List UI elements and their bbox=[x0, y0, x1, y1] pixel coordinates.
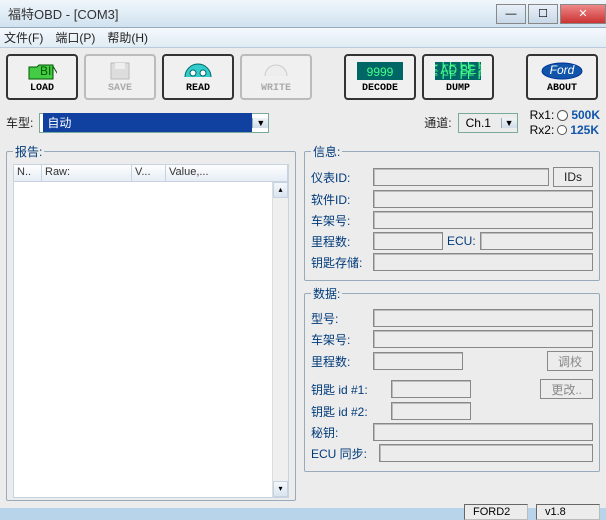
info-panel: 信息: 仪表ID:IDs 软件ID: 车架号: 里程数:ECU: 钥匙存储: bbox=[304, 143, 600, 281]
meter-id-field[interactable] bbox=[373, 168, 549, 186]
gauge-icon bbox=[261, 60, 291, 82]
load-button[interactable]: BIN LOAD bbox=[6, 54, 78, 100]
chevron-down-icon: ▼ bbox=[501, 118, 517, 128]
model-field[interactable] bbox=[373, 309, 593, 327]
window-title: 福特OBD - [COM3] bbox=[8, 4, 494, 23]
close-button[interactable]: ✕ bbox=[560, 4, 606, 24]
report-table-body[interactable]: ▴ ▾ bbox=[13, 182, 289, 498]
rx1-value: 500K bbox=[571, 108, 600, 122]
rx2-label: Rx2: bbox=[530, 123, 555, 137]
soft-id-field[interactable] bbox=[373, 190, 593, 208]
decode-button[interactable]: 9999 DECODE bbox=[344, 54, 416, 100]
menu-file[interactable]: 文件(F) bbox=[4, 29, 43, 46]
report-panel: 报告: N.. Raw: V... Value,... ▴ ▾ bbox=[6, 143, 296, 501]
menu-port[interactable]: 端口(P) bbox=[55, 29, 95, 46]
info-mileage-field[interactable] bbox=[373, 232, 443, 250]
dump-button[interactable]: FF FF FF FFDE AD BE EFFF FF FF FF DUMP bbox=[422, 54, 494, 100]
change-button[interactable]: 更改.. bbox=[540, 379, 593, 399]
info-vin-field[interactable] bbox=[373, 211, 593, 229]
key1-field[interactable] bbox=[391, 380, 471, 398]
svg-text:Ford: Ford bbox=[550, 63, 575, 77]
rx2-value: 125K bbox=[570, 123, 599, 137]
channel-label: 通道: bbox=[424, 114, 451, 131]
rx2-radio[interactable] bbox=[557, 125, 567, 135]
dashboard-icon bbox=[181, 60, 215, 82]
report-table-header: N.. Raw: V... Value,... bbox=[13, 164, 289, 182]
read-button[interactable]: READ bbox=[162, 54, 234, 100]
ecu-sync-field[interactable] bbox=[379, 444, 593, 462]
about-button[interactable]: Ford ABOUT bbox=[526, 54, 598, 100]
hex-icon: FF FF FF FFDE AD BE EFFF FF FF FF bbox=[435, 60, 481, 82]
channel-select[interactable]: Ch.1 ▼ bbox=[458, 113, 518, 133]
title-bar: 福特OBD - [COM3] — ☐ ✕ bbox=[0, 0, 606, 28]
data-legend: 数据: bbox=[311, 285, 342, 302]
write-button[interactable]: WRITE bbox=[240, 54, 312, 100]
rx1-label: Rx1: bbox=[530, 108, 555, 122]
disk-icon bbox=[109, 60, 131, 82]
rx1-radio[interactable] bbox=[557, 110, 568, 121]
maximize-button[interactable]: ☐ bbox=[528, 4, 558, 24]
digits-icon: 9999 bbox=[357, 60, 403, 82]
car-type-label: 车型: bbox=[6, 114, 33, 131]
data-panel: 数据: 型号: 车架号: 里程数:调校 钥匙 id #1:更改.. 钥匙 id … bbox=[304, 285, 600, 472]
data-vin-field[interactable] bbox=[373, 330, 593, 348]
info-legend: 信息: bbox=[311, 143, 342, 160]
secret-field[interactable] bbox=[373, 423, 593, 441]
scroll-down-icon[interactable]: ▾ bbox=[273, 481, 288, 497]
save-button[interactable]: SAVE bbox=[84, 54, 156, 100]
ids-button[interactable]: IDs bbox=[553, 167, 593, 187]
menu-help[interactable]: 帮助(H) bbox=[107, 29, 148, 46]
svg-text:FF FF FF FF: FF FF FF FF bbox=[435, 68, 481, 80]
menu-bar: 文件(F) 端口(P) 帮助(H) bbox=[0, 28, 606, 48]
report-legend: 报告: bbox=[13, 143, 44, 160]
status-version: v1.8 bbox=[536, 504, 600, 520]
keystore-field[interactable] bbox=[373, 253, 593, 271]
scroll-up-icon[interactable]: ▴ bbox=[273, 182, 288, 198]
folder-icon: BIN bbox=[27, 60, 57, 82]
data-mileage-field[interactable] bbox=[373, 352, 463, 370]
svg-text:9999: 9999 bbox=[367, 65, 394, 79]
minimize-button[interactable]: — bbox=[496, 4, 526, 24]
adjust-button[interactable]: 调校 bbox=[547, 351, 593, 371]
key2-field[interactable] bbox=[391, 402, 471, 420]
config-row: 车型: 自动 ▼ 通道: Ch.1 ▼ Rx1: 500K Rx2: 125K bbox=[6, 106, 600, 143]
car-type-select[interactable]: 自动 ▼ bbox=[39, 113, 269, 133]
info-ecu-field[interactable] bbox=[480, 232, 593, 250]
status-model: FORD2 bbox=[464, 504, 528, 520]
scrollbar[interactable]: ▴ ▾ bbox=[272, 182, 288, 497]
ford-logo-icon: Ford bbox=[540, 60, 584, 82]
toolbar: BIN LOAD SAVE READ WRITE 9999 DECODE FF … bbox=[6, 52, 600, 106]
chevron-down-icon: ▼ bbox=[252, 118, 268, 128]
status-bar: FORD2 v1.8 bbox=[6, 501, 600, 520]
svg-text:BIN: BIN bbox=[40, 64, 57, 78]
